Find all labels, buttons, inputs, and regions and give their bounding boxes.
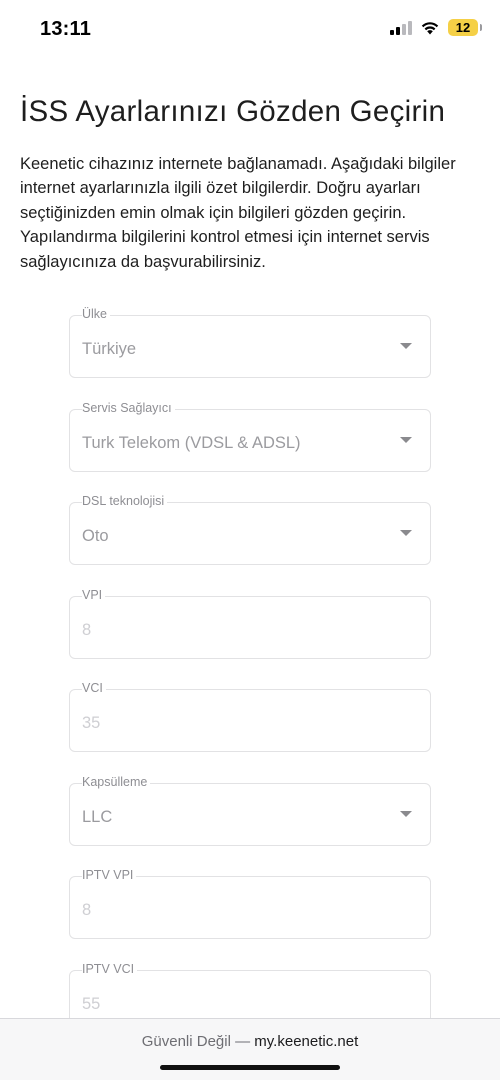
- vci-label: VCI: [82, 681, 106, 695]
- iptv-vci-label: IPTV VCI: [82, 961, 138, 976]
- vci-placeholder: 35: [82, 714, 101, 732]
- dsl-technology-select[interactable]: DSL teknolojisi Oto: [69, 494, 431, 565]
- dsl-technology-value: Oto: [82, 527, 109, 545]
- home-indicator[interactable]: [160, 1065, 340, 1070]
- isp-settings-form: Ülke Türkiye Servis Sağlayıcı Turk Telek…: [69, 307, 431, 1018]
- country-label: Ülke: [82, 307, 111, 321]
- vci-input[interactable]: VCI 35: [69, 681, 431, 752]
- status-icons: 12: [390, 19, 482, 36]
- url-domain: my.keenetic.net: [254, 1033, 359, 1050]
- iptv-vpi-placeholder: 8: [82, 901, 92, 919]
- status-bar: 13:11 12: [0, 0, 500, 56]
- browser-address-bar[interactable]: Güvenli Değil — my.keenetic.net: [0, 1018, 500, 1080]
- wifi-icon: [420, 20, 440, 35]
- provider-label: Servis Sağlayıcı: [82, 400, 175, 415]
- iptv-vci-placeholder: 55: [82, 994, 101, 1013]
- status-time: 13:11: [40, 18, 92, 40]
- web-page: İSS Ayarlarınızı Gözden Geçirin Keenetic…: [0, 56, 500, 1018]
- vpi-input[interactable]: VPI 8: [69, 587, 431, 659]
- encapsulation-label: Kapsülleme: [82, 774, 151, 789]
- dsl-technology-label: DSL teknolojisi: [82, 494, 168, 508]
- intro-text: Keenetic cihazınız internete bağlanamadı…: [20, 155, 456, 271]
- chevron-down-icon: [400, 343, 412, 349]
- country-select[interactable]: Ülke Türkiye: [69, 307, 431, 378]
- provider-value: Turk Telekom (VDSL & ADSL): [82, 433, 301, 452]
- battery-icon: 12: [448, 19, 482, 36]
- chevron-down-icon: [400, 436, 412, 443]
- iptv-vpi-label: IPTV VPI: [82, 868, 137, 882]
- vpi-placeholder: 8: [82, 620, 92, 639]
- address-text: Güvenli Değil — my.keenetic.net: [0, 1033, 500, 1050]
- iptv-vci-input[interactable]: IPTV VCI 55: [69, 961, 431, 1018]
- chevron-down-icon: [400, 530, 412, 536]
- security-label: Güvenli Değil —: [141, 1033, 251, 1050]
- cellular-signal-icon: [390, 20, 412, 35]
- page-title: İSS Ayarlarınızı Gözden Geçirin: [20, 95, 446, 128]
- provider-select[interactable]: Servis Sağlayıcı Turk Telekom (VDSL & AD…: [69, 400, 431, 472]
- encapsulation-value: LLC: [82, 807, 113, 826]
- encapsulation-select[interactable]: Kapsülleme LLC: [69, 774, 431, 846]
- chevron-down-icon: [400, 810, 412, 817]
- vpi-label: VPI: [82, 587, 106, 602]
- country-value: Türkiye: [82, 340, 137, 358]
- iptv-vpi-input[interactable]: IPTV VPI 8: [69, 868, 431, 939]
